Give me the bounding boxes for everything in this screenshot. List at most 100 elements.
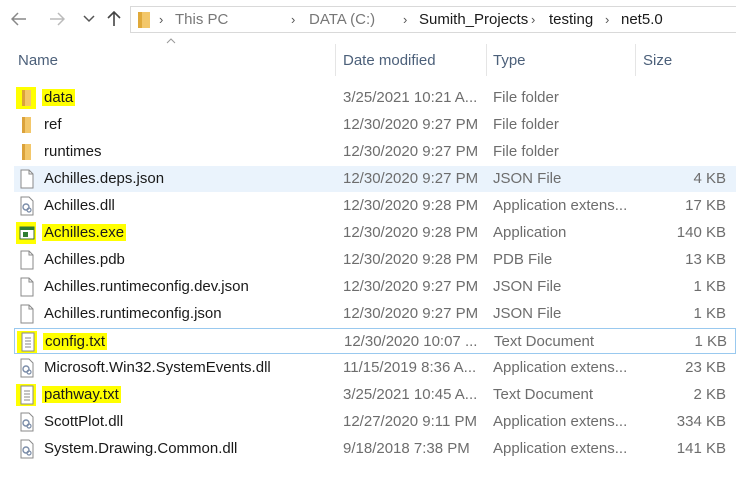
folder-icon xyxy=(18,115,36,135)
navigation-bar: › This PC › DATA (C:) › Sumith_Projects … xyxy=(0,0,736,40)
file-date-modified: 12/30/2020 9:27 PM xyxy=(343,278,479,295)
file-date-modified: 12/30/2020 9:28 PM xyxy=(343,251,479,268)
file-name[interactable]: Microsoft.Win32.SystemEvents.dll xyxy=(44,359,271,376)
file-date-modified: 3/25/2021 10:21 A... xyxy=(343,89,478,106)
file-type: JSON File xyxy=(493,278,562,295)
chevron-down-icon xyxy=(83,15,95,23)
file-type: Text Document xyxy=(494,333,595,350)
file-row[interactable]: pathway.txt 3/25/2021 10:45 A... Text Docu… xyxy=(14,382,736,408)
file-type: Application extens... xyxy=(493,359,628,376)
column-divider[interactable] xyxy=(335,44,336,76)
file-name[interactable]: Achilles.pdb xyxy=(44,251,125,268)
column-header-name[interactable]: Name xyxy=(18,52,58,69)
back-arrow-icon xyxy=(11,12,26,26)
column-header-row: Name Date modified Type Size xyxy=(0,44,736,76)
file-type: File folder xyxy=(493,143,559,160)
file-row[interactable]: config.txt 12/30/2020 10:07 ... Text Docum… xyxy=(14,328,736,354)
forward-button[interactable] xyxy=(46,8,68,30)
file-row[interactable]: Achilles.runtimeconfig.json 12/30/2020 9:… xyxy=(14,301,736,327)
file-size: 13 KB xyxy=(685,251,726,268)
document-icon xyxy=(18,169,36,189)
file-date-modified: 9/18/2018 7:38 PM xyxy=(343,440,470,457)
document-icon xyxy=(18,250,36,270)
file-date-modified: 3/25/2021 10:45 A... xyxy=(343,386,478,403)
column-divider[interactable] xyxy=(635,44,636,76)
file-row[interactable]: Achilles.deps.json 12/30/2020 9:27 PM JSON… xyxy=(14,166,736,192)
file-date-modified: 12/27/2020 9:11 PM xyxy=(343,413,477,430)
file-row[interactable]: Achilles.pdb 12/30/2020 9:28 PM PDB File 13… xyxy=(14,247,736,273)
file-row[interactable]: Achilles.runtimeconfig.dev.json 12/30/202… xyxy=(14,274,736,300)
file-size: 2 KB xyxy=(693,386,726,403)
file-row[interactable]: Achilles.exe 12/30/2020 9:28 PM Applicatio… xyxy=(14,220,736,246)
file-size: 1 KB xyxy=(694,333,727,350)
breadcrumb-chevron-icon: › xyxy=(291,12,296,27)
file-type: File folder xyxy=(493,116,559,133)
breadcrumb-this-pc[interactable]: This PC xyxy=(175,11,228,28)
file-name[interactable]: ref xyxy=(44,116,62,133)
file-date-modified: 12/30/2020 10:07 ... xyxy=(344,333,478,350)
file-row[interactable]: Microsoft.Win32.SystemEvents.dll 11/15/20… xyxy=(14,355,736,381)
address-bar[interactable]: › This PC › DATA (C:) › Sumith_Projects … xyxy=(130,6,736,33)
file-row[interactable]: ref 12/30/2020 9:27 PM File folder xyxy=(14,112,736,138)
recent-locations-button[interactable] xyxy=(78,8,100,30)
breadcrumb-chevron-icon: › xyxy=(605,12,610,27)
file-name[interactable]: ScottPlot.dll xyxy=(44,413,123,430)
folder-icon xyxy=(18,88,36,108)
file-size: 140 KB xyxy=(676,224,726,241)
file-date-modified: 11/15/2019 8:36 A... xyxy=(343,359,477,376)
file-name[interactable]: runtimes xyxy=(44,143,102,160)
file-type: Application extens... xyxy=(493,197,628,214)
document-icon xyxy=(18,304,36,324)
breadcrumb-testing[interactable]: testing xyxy=(549,11,593,28)
exe-icon xyxy=(18,223,36,243)
file-size: 141 KB xyxy=(676,440,726,457)
file-name[interactable]: System.Drawing.Common.dll xyxy=(44,440,237,457)
column-header-size[interactable]: Size xyxy=(643,52,672,69)
breadcrumb-drive[interactable]: DATA (C:) xyxy=(309,11,375,28)
file-name[interactable]: Achilles.deps.json xyxy=(44,170,164,187)
file-name[interactable]: Achilles.runtimeconfig.dev.json xyxy=(44,278,249,295)
back-button[interactable] xyxy=(8,8,30,30)
file-date-modified: 12/30/2020 9:27 PM xyxy=(343,116,479,133)
file-name[interactable]: Achilles.runtimeconfig.json xyxy=(44,305,222,322)
file-date-modified: 12/30/2020 9:27 PM xyxy=(343,305,479,322)
file-date-modified: 12/30/2020 9:28 PM xyxy=(343,197,479,214)
breadcrumb-sumith-projects[interactable]: Sumith_Projects xyxy=(419,11,528,28)
dll-icon xyxy=(18,196,36,216)
file-name[interactable]: config.txt xyxy=(43,333,108,350)
dll-icon xyxy=(18,358,36,378)
column-header-type[interactable]: Type xyxy=(493,52,526,69)
column-header-date[interactable]: Date modified xyxy=(343,52,436,69)
file-name[interactable]: data xyxy=(42,89,76,106)
file-row[interactable]: Achilles.dll 12/30/2020 9:28 PM Applicatio… xyxy=(14,193,736,219)
dll-icon xyxy=(18,439,36,459)
file-type: File folder xyxy=(493,89,559,106)
forward-arrow-icon xyxy=(50,12,65,26)
file-name[interactable]: Achilles.exe xyxy=(42,224,127,241)
file-row[interactable]: ScottPlot.dll 12/27/2020 9:11 PM Applicati… xyxy=(14,409,736,435)
breadcrumb-net50[interactable]: net5.0 xyxy=(621,11,663,28)
dll-icon xyxy=(18,412,36,432)
file-row[interactable]: System.Drawing.Common.dll 9/18/2018 7:38 … xyxy=(14,436,736,462)
file-name[interactable]: Achilles.dll xyxy=(44,197,115,214)
file-type: PDB File xyxy=(493,251,553,268)
document-icon xyxy=(18,277,36,297)
column-divider[interactable] xyxy=(486,44,487,76)
up-arrow-icon xyxy=(107,11,121,26)
file-name[interactable]: pathway.txt xyxy=(42,386,121,403)
file-date-modified: 12/30/2020 9:27 PM xyxy=(343,170,479,187)
file-type: JSON File xyxy=(493,170,562,187)
folder-icon xyxy=(138,12,150,28)
folder-icon xyxy=(18,142,36,162)
up-button[interactable] xyxy=(103,8,125,30)
file-row[interactable]: data 3/25/2021 10:21 A... File folder xyxy=(14,85,736,111)
file-size: 4 KB xyxy=(693,170,726,187)
file-size: 23 KB xyxy=(685,359,726,376)
file-date-modified: 12/30/2020 9:27 PM xyxy=(343,143,479,160)
file-size: 17 KB xyxy=(685,197,726,214)
file-row[interactable]: runtimes 12/30/2020 9:27 PM File folder xyxy=(14,139,736,165)
file-size: 1 KB xyxy=(693,278,726,295)
file-size: 1 KB xyxy=(693,305,726,322)
file-type: Application extens... xyxy=(493,440,628,457)
breadcrumb-chevron-icon: › xyxy=(403,12,408,27)
